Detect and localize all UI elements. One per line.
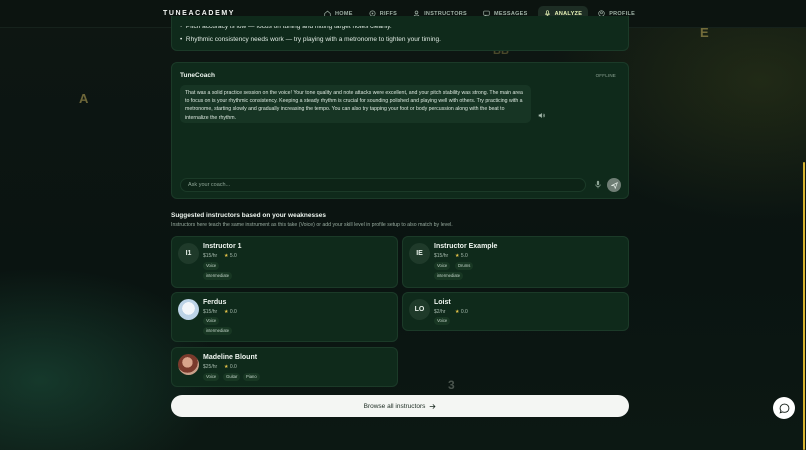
suggestions-subtitle: Instructors here teach the same instrume…	[171, 222, 453, 228]
rating-value: 0.0	[229, 308, 237, 315]
instructor-name: Instructor Example	[434, 243, 498, 250]
instructor-rating: ★ 0.0	[224, 309, 237, 315]
avatar: I1	[178, 243, 199, 264]
instrument-tag: Voice	[203, 262, 220, 270]
instrument-tag: Voice	[434, 317, 451, 325]
microphone-icon[interactable]	[594, 180, 602, 189]
instructor-card[interactable]: LO Loist $2/hr ★ 0.0 Voice	[402, 292, 629, 331]
avatar	[178, 299, 199, 320]
instructor-name: Ferdus	[203, 299, 227, 306]
feedback-bullet-2-text: Rhythmic consistency needs work — try pl…	[185, 36, 441, 43]
scrollbar[interactable]	[803, 162, 805, 450]
instructor-rating: ★ 5.0	[455, 253, 468, 259]
star-icon: ★	[455, 308, 460, 315]
level-tag: intermediate	[203, 272, 233, 280]
browse-instructors-button[interactable]: Browse all instructors	[171, 395, 629, 417]
instructor-card[interactable]: I1 Instructor 1 $15/hr ★ 5.0 Voice inter…	[171, 236, 398, 288]
rating-value: 5.0	[460, 252, 468, 259]
instrument-tag: Drums	[455, 262, 474, 270]
instructor-price: $15/hr	[434, 253, 449, 259]
send-icon	[610, 181, 618, 189]
coach-panel: TuneCoach OFFLINE That was a solid pract…	[171, 62, 629, 199]
avatar: LO	[409, 299, 430, 320]
star-icon: ★	[224, 363, 229, 370]
coach-message: That was a solid practice session on the…	[180, 85, 531, 123]
instructor-name: Loist	[434, 299, 451, 306]
feedback-bullet-1: • Pitch accuracy is low — focus on tunin…	[180, 23, 392, 30]
feedback-bullet-1-text: Pitch accuracy is low — focus on tuning …	[185, 23, 392, 30]
instructor-price: $2/hr	[434, 309, 446, 315]
instructor-rating: ★ 5.0	[224, 253, 237, 259]
coach-status-badge: OFFLINE	[595, 73, 616, 78]
avatar: IE	[409, 243, 430, 264]
speaker-icon[interactable]	[538, 112, 545, 119]
suggestions-title: Suggested instructors based on your weak…	[171, 212, 326, 219]
feedback-bullet-2: • Rhythmic consistency needs work — try …	[180, 36, 441, 43]
instructor-card[interactable]: Ferdus $15/hr ★ 0.0 Voice intermediate	[171, 292, 398, 342]
level-tag: intermediate	[203, 327, 233, 335]
level-tag: intermediate	[434, 272, 464, 280]
arrow-right-icon	[430, 403, 436, 409]
instructor-price: $25/hr	[203, 364, 218, 370]
bg-letter-a: A	[79, 91, 89, 106]
star-icon: ★	[224, 252, 229, 259]
analysis-feedback-card: • Pitch accuracy is low — focus on tunin…	[171, 16, 629, 51]
instrument-tag: Voice	[203, 317, 220, 325]
instrument-tag: Guitar	[223, 373, 241, 381]
instructor-name: Madeline Blount	[203, 354, 258, 361]
instructor-rating: ★ 0.0	[455, 309, 468, 315]
chat-button[interactable]	[773, 397, 795, 419]
instructor-card[interactable]: IE Instructor Example $15/hr ★ 5.0 Voice…	[402, 236, 629, 288]
star-icon: ★	[224, 308, 229, 315]
browse-label: Browse all instructors	[363, 402, 426, 410]
coach-title: TuneCoach	[180, 72, 215, 79]
bg-letter-3: 3	[448, 378, 455, 392]
instructor-card[interactable]: Madeline Blount $25/hr ★ 0.0 Voice Guita…	[171, 347, 398, 387]
send-button[interactable]	[607, 178, 621, 192]
rating-value: 5.0	[229, 252, 237, 259]
instrument-tag: Voice	[203, 373, 220, 381]
avatar	[178, 354, 199, 375]
instructor-rating: ★ 0.0	[224, 364, 237, 370]
instructor-price: $15/hr	[203, 309, 218, 315]
instructor-price: $15/hr	[203, 253, 218, 259]
rating-value: 0.0	[229, 363, 237, 370]
coach-chat-input[interactable]: Ask your coach...	[180, 178, 586, 192]
instructor-name: Instructor 1	[203, 243, 242, 250]
chat-icon	[779, 403, 789, 413]
instrument-tag: Piano	[243, 373, 260, 381]
star-icon: ★	[455, 252, 460, 259]
instrument-tag: Voice	[434, 262, 451, 270]
rating-value: 0.0	[460, 308, 468, 315]
